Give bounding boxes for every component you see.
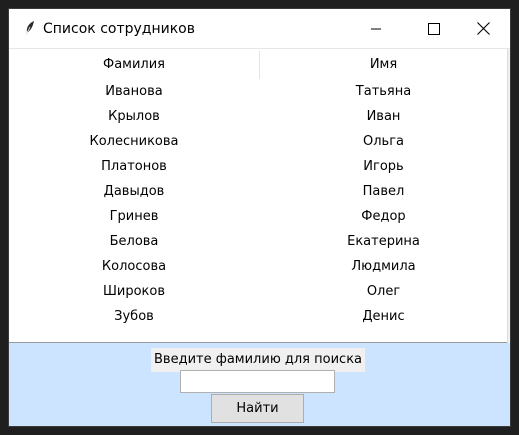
cell-name: Иван [366, 109, 401, 124]
cell-surname: Давыдов [103, 184, 165, 199]
cell-surname: Платонов [101, 159, 167, 174]
title-bar[interactable]: Список сотрудников [9, 9, 510, 49]
cell-surname: Колесникова [89, 134, 179, 149]
minimize-icon [370, 20, 382, 39]
table-header: Фамилия Имя [9, 49, 507, 80]
cell-name: Игорь [363, 159, 404, 174]
table-row[interactable]: Крылов Иван [9, 105, 507, 130]
table-row[interactable]: Колосова Людмила [9, 255, 507, 280]
cell-name: Павел [362, 184, 405, 199]
cell-name: Татьяна [355, 84, 412, 99]
cell-surname: Гринев [109, 209, 159, 224]
cell-name: Екатерина [347, 234, 420, 249]
cell-name: Олег [366, 284, 401, 299]
table-row[interactable]: Иванова Татьяна [9, 80, 507, 105]
feather-icon [21, 20, 37, 38]
cell-name: Федор [361, 209, 406, 224]
maximize-icon [428, 20, 440, 39]
surname-search-input[interactable] [180, 370, 335, 393]
close-icon [476, 20, 490, 39]
search-panel: Введите фамилию для поиска Найти [9, 343, 510, 426]
table-row[interactable]: Белова Екатерина [9, 230, 507, 255]
cell-name: Людмила [351, 259, 416, 274]
table-row[interactable]: Широков Олег [9, 280, 507, 305]
column-header-surname[interactable]: Фамилия [9, 56, 259, 74]
employee-table[interactable]: Фамилия Имя Иванова Татьяна Крылов Иван Коле… [9, 49, 507, 343]
cell-surname: Зубов [114, 309, 154, 324]
cell-name: Ольга [363, 134, 404, 149]
cell-surname: Белова [109, 234, 159, 249]
app-window: Список сотрудников Фамилия Имя Иванова Та… [8, 8, 511, 427]
close-button[interactable] [454, 9, 510, 49]
search-prompt-label: Введите фамилию для поиска [151, 348, 366, 372]
find-button[interactable]: Найти [211, 394, 304, 423]
window-title: Список сотрудников [43, 21, 195, 37]
cell-name: Денис [362, 309, 405, 324]
cell-surname: Крылов [108, 109, 160, 124]
cell-surname: Широков [102, 284, 166, 299]
cell-surname: Иванова [105, 84, 163, 99]
minimize-button[interactable] [347, 9, 405, 49]
table-row[interactable]: Зубов Денис [9, 305, 507, 330]
column-header-name[interactable]: Имя [260, 56, 507, 74]
cell-surname: Колосова [101, 259, 167, 274]
table-row[interactable]: Гринев Федор [9, 205, 507, 230]
table-row[interactable]: Давыдов Павел [9, 180, 507, 205]
table-row[interactable]: Колесникова Ольга [9, 130, 507, 155]
vertical-scrollbar[interactable] [507, 49, 510, 343]
table-row[interactable]: Платонов Игорь [9, 155, 507, 180]
